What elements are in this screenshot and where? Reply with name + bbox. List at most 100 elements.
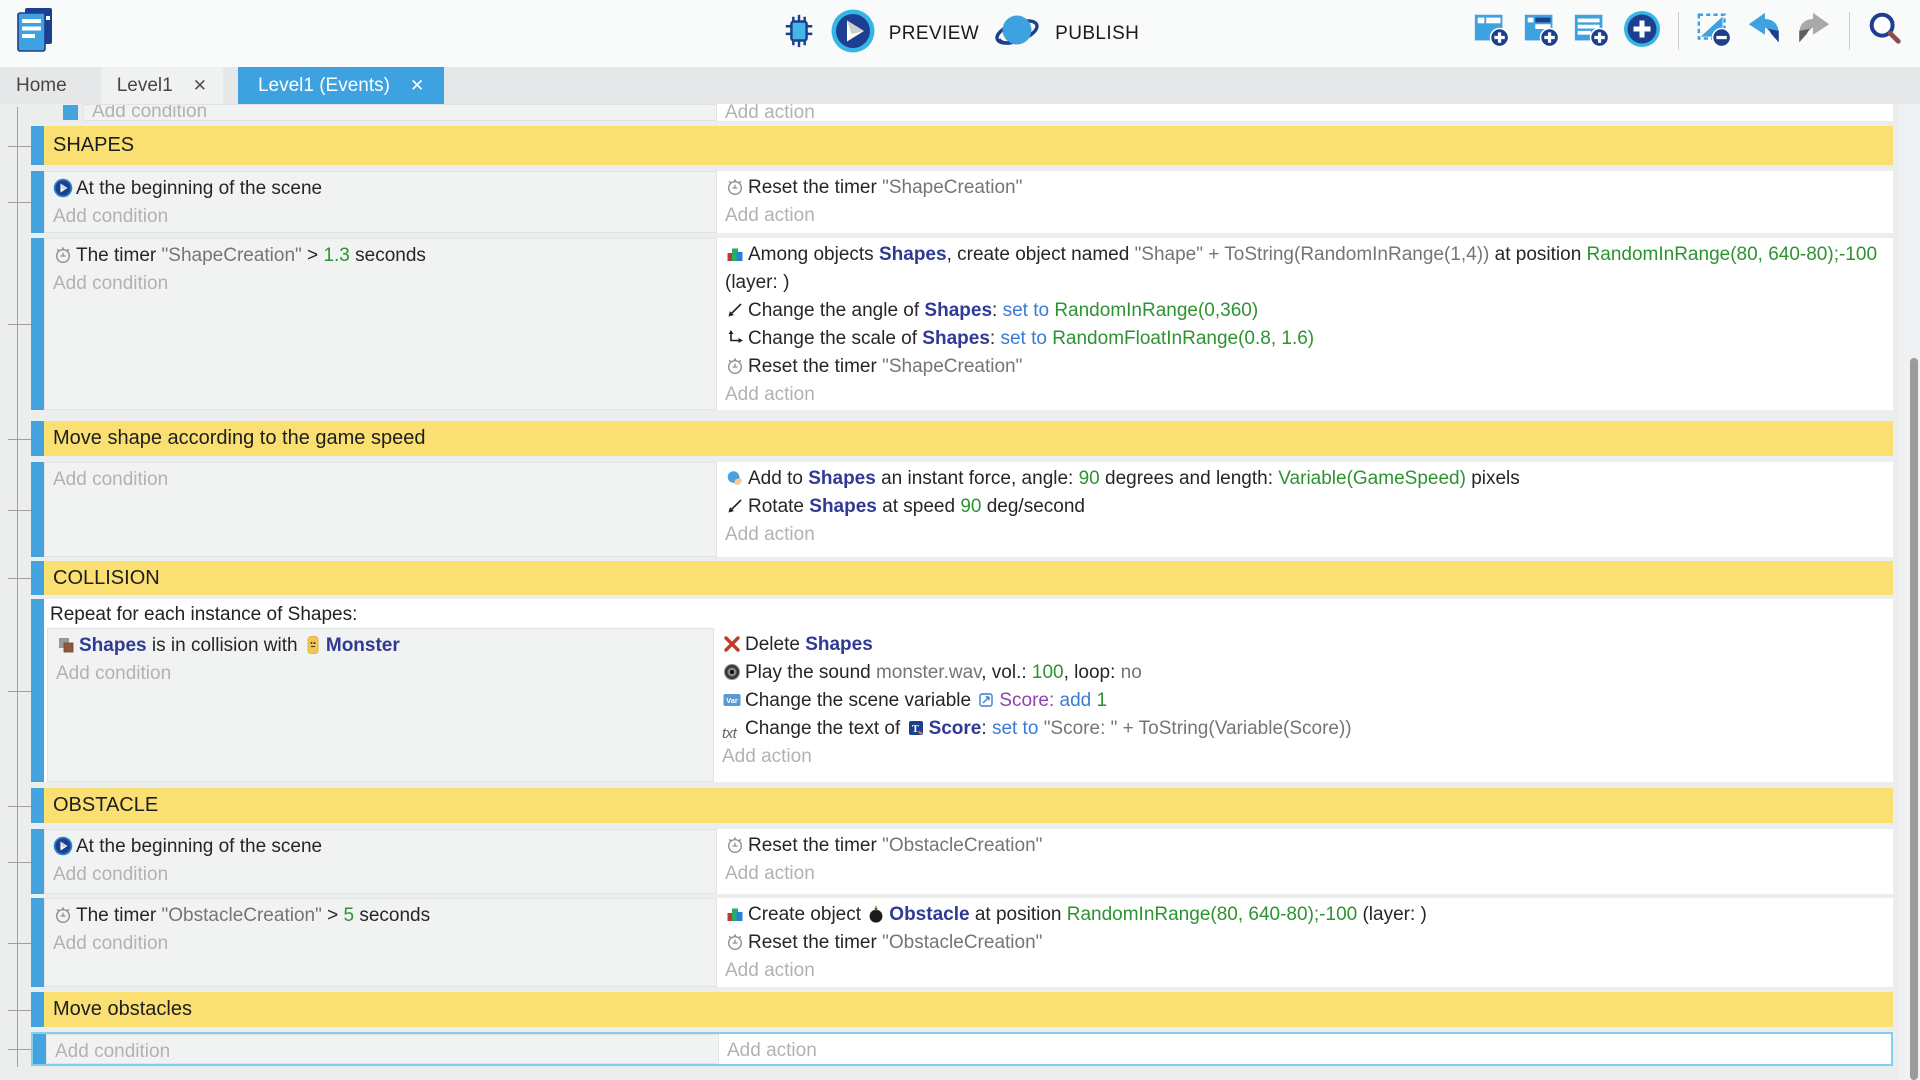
- tab-label: Home: [16, 75, 67, 97]
- group-header-label: SHAPES: [44, 126, 134, 165]
- tree-tick: [8, 324, 31, 325]
- event-drag-bar[interactable]: [31, 462, 44, 557]
- add-condition-button[interactable]: Add condition: [53, 861, 708, 889]
- add-event-icon[interactable]: [1472, 10, 1510, 53]
- action-text: Reset the timer: [748, 356, 882, 377]
- clipped-subevent-row: Add condition Add action: [31, 104, 1893, 121]
- event-drag-bar[interactable]: [31, 171, 44, 233]
- add-condition-button[interactable]: Add condition: [53, 203, 708, 231]
- toolbar-separator: [1678, 12, 1679, 50]
- timer-icon: [725, 932, 745, 952]
- debugger-icon[interactable]: [781, 12, 817, 55]
- subevent-drag-bar[interactable]: [63, 105, 78, 120]
- action-line[interactable]: Create object Obstacle at position Rando…: [725, 901, 1885, 929]
- scrollbar-track[interactable]: [1899, 104, 1920, 1080]
- publish-globe-icon[interactable]: [993, 9, 1041, 58]
- repeat-event-header[interactable]: Repeat for each instance of Shapes:: [44, 599, 1893, 628]
- timer-icon: [725, 356, 745, 376]
- add-condition-button[interactable]: Add condition: [55, 1038, 710, 1064]
- action-line[interactable]: Change the scale of Shapes: set to Rando…: [725, 325, 1885, 353]
- condition-line[interactable]: At the beginning of the scene: [53, 175, 708, 203]
- action-line[interactable]: Reset the timer "ObstacleCreation": [725, 832, 1885, 860]
- play-icon: [53, 836, 73, 856]
- group-header-row[interactable]: COLLISION: [31, 561, 1893, 595]
- condition-text: >: [322, 905, 344, 926]
- delete-selection-icon[interactable]: [1695, 10, 1733, 53]
- action-line[interactable]: Play the sound monster.wav, vol.: 100, l…: [722, 659, 1885, 687]
- add-subevent-icon[interactable]: [1522, 10, 1560, 53]
- action-line[interactable]: Rotate Shapes at speed 90 deg/second: [725, 493, 1885, 521]
- event-drag-bar[interactable]: [31, 599, 44, 782]
- tab-level1-events[interactable]: Level1 (Events)✕: [238, 67, 444, 104]
- action-line[interactable]: VarChange the scene variable Score: add …: [722, 687, 1885, 715]
- event-drag-bar[interactable]: [31, 238, 44, 410]
- action-line[interactable]: Reset the timer "ObstacleCreation": [725, 929, 1885, 957]
- close-tab-icon[interactable]: ✕: [193, 76, 207, 96]
- add-action-button[interactable]: Add action: [725, 202, 1885, 230]
- search-icon[interactable]: [1866, 10, 1904, 53]
- add-comment-icon[interactable]: [1572, 10, 1610, 53]
- action-text: , vol.:: [981, 662, 1032, 683]
- condition-line[interactable]: The timer "ShapeCreation" > 1.3 seconds: [53, 242, 708, 270]
- add-condition-button[interactable]: Add condition: [92, 104, 207, 121]
- tree-tick: [8, 1049, 31, 1050]
- condition-line[interactable]: Shapes is in collision with Monster: [56, 632, 705, 660]
- tab-level1[interactable]: Level1✕: [101, 67, 223, 104]
- action-line[interactable]: Among objects Shapes, create object name…: [725, 241, 1885, 297]
- add-condition-button[interactable]: Add condition: [53, 270, 708, 298]
- bomb-icon: [866, 904, 886, 924]
- add-action-button[interactable]: Add action: [725, 381, 1885, 409]
- add-action-button[interactable]: Add action: [725, 860, 1885, 888]
- condition-text: Add condition: [53, 864, 168, 885]
- add-condition-button[interactable]: Add condition: [56, 660, 705, 688]
- action-line[interactable]: txtChange the text of TScore: set to "Sc…: [722, 715, 1885, 743]
- event-row: The timer "ShapeCreation" > 1.3 secondsA…: [31, 238, 1893, 410]
- event-drag-bar[interactable]: [31, 898, 44, 987]
- event-drag-bar[interactable]: [31, 829, 44, 894]
- add-condition-button[interactable]: Add condition: [53, 466, 708, 494]
- event-drag-bar[interactable]: [31, 992, 44, 1027]
- group-header-row[interactable]: SHAPES: [31, 126, 1893, 165]
- group-header-row[interactable]: Move obstacles: [31, 992, 1893, 1027]
- add-condition-button[interactable]: Add condition: [53, 930, 708, 958]
- action-line[interactable]: Delete Shapes: [722, 631, 1885, 659]
- conditions-column: At the beginning of the scene Add conditi…: [44, 829, 717, 894]
- action-line[interactable]: Add to Shapes an instant force, angle: 9…: [725, 465, 1885, 493]
- add-action-button[interactable]: Add action: [725, 521, 1885, 549]
- undo-icon[interactable]: [1745, 10, 1783, 53]
- play-icon: [53, 178, 73, 198]
- publish-button[interactable]: PUBLISH: [1055, 23, 1139, 45]
- add-action-button[interactable]: Add action: [725, 957, 1885, 985]
- condition-text: Add condition: [53, 469, 168, 490]
- tab-home[interactable]: Home: [0, 67, 83, 104]
- redo-icon[interactable]: [1795, 10, 1833, 53]
- add-new-icon[interactable]: [1622, 9, 1662, 54]
- action-text: Shapes: [924, 300, 992, 321]
- action-line[interactable]: Reset the timer "ShapeCreation": [725, 174, 1885, 202]
- add-action-button[interactable]: Add action: [722, 743, 1885, 771]
- add-action-button[interactable]: Add action: [727, 1037, 1883, 1064]
- textobj-icon: T: [906, 718, 926, 738]
- action-text: Add action: [725, 104, 815, 121]
- group-header-row[interactable]: OBSTACLE: [31, 788, 1893, 823]
- action-line[interactable]: Reset the timer "ShapeCreation": [725, 353, 1885, 381]
- event-drag-bar[interactable]: [31, 126, 44, 165]
- event-drag-bar[interactable]: [33, 1034, 46, 1064]
- preview-play-icon[interactable]: [831, 9, 875, 58]
- close-tab-icon[interactable]: ✕: [410, 76, 424, 96]
- action-line[interactable]: Change the angle of Shapes: set to Rando…: [725, 297, 1885, 325]
- condition-line[interactable]: At the beginning of the scene: [53, 833, 708, 861]
- action-text: :: [992, 300, 1003, 321]
- group-header-label: COLLISION: [44, 561, 160, 595]
- action-text: Add action: [725, 205, 815, 226]
- preview-button[interactable]: PREVIEW: [889, 23, 979, 45]
- event-drag-bar[interactable]: [31, 788, 44, 823]
- add-action-button[interactable]: Add action: [725, 104, 815, 121]
- actions-column: Reset the timer "ObstacleCreation"Add ac…: [717, 829, 1893, 894]
- scrollbar-thumb[interactable]: [1910, 358, 1918, 1080]
- condition-line[interactable]: The timer "ObstacleCreation" > 5 seconds: [53, 902, 708, 930]
- group-header-row[interactable]: Move shape according to the game speed: [31, 421, 1893, 456]
- event-drag-bar[interactable]: [31, 421, 44, 456]
- tab-bar: Home Level1✕ Level1 (Events)✕: [0, 67, 1920, 104]
- event-drag-bar[interactable]: [31, 561, 44, 595]
